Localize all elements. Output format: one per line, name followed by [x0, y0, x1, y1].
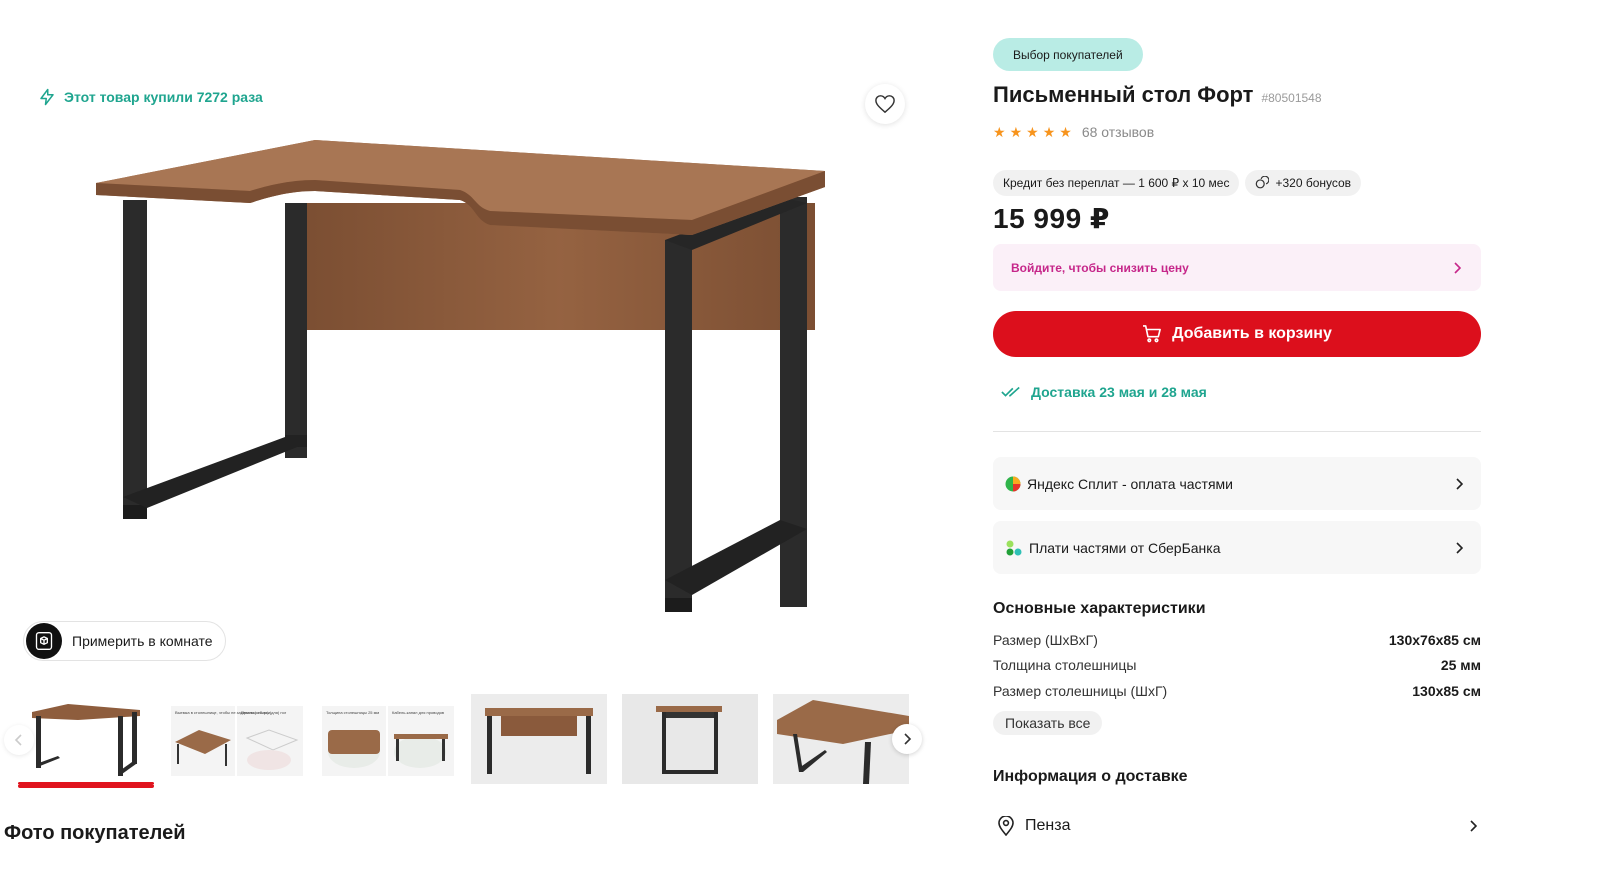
sber-installments-option[interactable]: Плати частями от СберБанка [993, 521, 1481, 574]
divider [993, 431, 1481, 432]
city-name: Пенза [1025, 817, 1071, 834]
product-main-image[interactable] [80, 125, 840, 625]
active-thumbnail-indicator [18, 784, 154, 788]
cart-icon [1143, 325, 1162, 343]
bonus-coins-icon [1256, 176, 1270, 189]
rating-row[interactable]: ★ ★ ★ ★ ★ 68 отзывов [993, 124, 1154, 140]
spec-key: Размер столешницы (ШхГ) [993, 683, 1168, 699]
lightning-icon [40, 88, 54, 106]
thumbnail-1[interactable] [18, 694, 154, 784]
chevron-right-icon [1456, 477, 1463, 490]
heart-icon [875, 95, 895, 114]
specs-heading: Основные характеристики [993, 600, 1206, 617]
thumbnail-6[interactable] [773, 694, 909, 784]
login-discount-text: Войдите, чтобы снизить цену [1011, 260, 1189, 275]
chevron-right-icon [1456, 541, 1463, 554]
purchases-counter: Этот товар купили 7272 раза [38, 88, 263, 106]
chevron-right-icon [1454, 261, 1461, 274]
thumbnail-2[interactable]: Выемка в столешнице, чтобы не задевать (… [169, 694, 305, 784]
try-in-room-label: Примерить в комнате [72, 633, 213, 649]
title-row: Письменный стол Форт #80501548 [993, 82, 1322, 108]
gallery-next-button[interactable] [892, 724, 922, 754]
login-discount-banner[interactable]: Войдите, чтобы снизить цену [993, 244, 1481, 291]
gallery-prev-button[interactable] [4, 725, 34, 755]
show-all-specs-button[interactable]: Показать все [993, 711, 1103, 735]
thumbnail-3[interactable]: Толщина столешницы 25 мм Кабель-канал дл… [320, 694, 456, 784]
add-to-cart-label: Добавить в корзину [1172, 325, 1332, 342]
delivery-dates: Доставка 23 мая и 28 мая [1001, 384, 1207, 400]
buyers-choice-badge: Выбор покупателей [993, 38, 1143, 71]
location-pin-icon [998, 816, 1014, 836]
ar-cube-icon [26, 623, 62, 659]
spec-row: Размер (ШхВхГ) 130х76х85 см [993, 632, 1481, 648]
favorite-button[interactable] [865, 84, 905, 124]
chevron-right-icon [1470, 820, 1477, 832]
offer-chips: Кредит без переплат — 1 600 ₽ x 10 мес +… [993, 170, 1362, 196]
credit-chip[interactable]: Кредит без переплат — 1 600 ₽ x 10 мес [993, 170, 1240, 196]
spec-value: 25 мм [1440, 657, 1481, 673]
yandex-split-icon [1005, 476, 1021, 491]
try-in-room-button[interactable]: Примерить в комнате [23, 621, 226, 661]
spec-row: Размер столешницы (ШхГ) 130х85 см [993, 683, 1481, 699]
double-check-icon [1001, 386, 1020, 397]
thumbnail-4[interactable] [471, 694, 607, 784]
purchases-text: Этот товар купили 7272 раза [64, 89, 263, 105]
delivery-info-heading: Информация о доставке [993, 768, 1188, 785]
star-icon: ★ [993, 124, 1006, 140]
product-sku[interactable]: #80501548 [1261, 91, 1321, 105]
buyers-photo-heading: Фото покупателей [4, 822, 186, 844]
spec-key: Толщина столешницы [993, 657, 1137, 673]
delivery-dates-text: Доставка 23 мая и 28 мая [1031, 384, 1207, 400]
sber-installments-label: Плати частями от СберБанка [1029, 539, 1221, 556]
thumb-caption-3: Толщина столешницы 25 мм [326, 710, 379, 715]
reviews-link[interactable]: 68 отзывов [1082, 124, 1154, 140]
spec-key: Размер (ШхВхГ) [993, 632, 1098, 648]
thumb-caption-2: Простая сборка [241, 710, 271, 715]
star-icon: ★ [1042, 124, 1056, 140]
city-selector[interactable]: Пенза [993, 812, 1481, 840]
bonus-chip[interactable]: +320 бонусов [1245, 170, 1362, 196]
yandex-split-option[interactable]: Яндекс Сплит - оплата частями [993, 457, 1481, 510]
sber-dots-icon [1006, 540, 1022, 555]
spec-value: 130х76х85 см [1388, 632, 1481, 648]
star-icon: ★ [1059, 124, 1072, 140]
product-price: 15 999 ₽ [993, 203, 1110, 234]
spec-value: 130х85 см [1412, 683, 1481, 699]
product-page: Этот товар купили 7272 раза Примерить в … [0, 0, 1611, 879]
thumbnail-5[interactable] [622, 694, 758, 784]
bonus-text: +320 бонусов [1275, 176, 1352, 190]
yandex-split-label: Яндекс Сплит - оплата частями [1027, 475, 1233, 492]
thumbnail-strip: Выемка в столешнице, чтобы не задевать (… [18, 694, 909, 784]
thumb-caption-4: Кабель-канал для проводов [392, 710, 444, 715]
product-title: Письменный стол Форт [993, 82, 1254, 107]
add-to-cart-button[interactable]: Добавить в корзину [993, 311, 1481, 357]
chevron-left-icon [14, 734, 22, 746]
chevron-right-icon [904, 733, 912, 745]
spec-row: Толщина столешницы 25 мм [993, 657, 1481, 673]
star-icon: ★ [1026, 124, 1039, 140]
star-icon: ★ [1009, 124, 1023, 140]
credit-text: Кредит без переплат — 1 600 ₽ x 10 мес [1003, 176, 1230, 190]
